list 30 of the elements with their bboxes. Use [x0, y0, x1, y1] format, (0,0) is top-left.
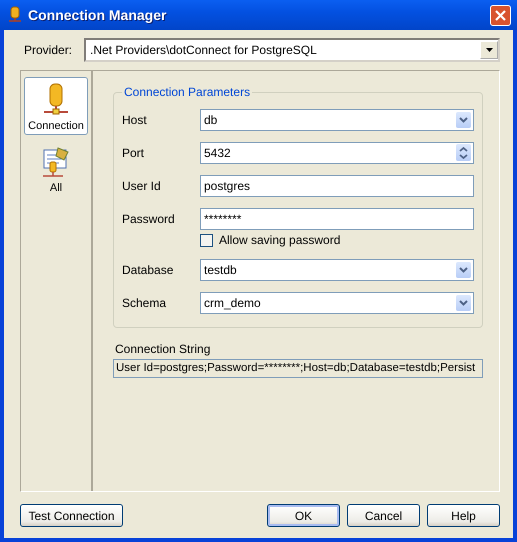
- checkbox[interactable]: [200, 234, 213, 246]
- checkbox-label: Allow saving password: [219, 233, 340, 247]
- spin-arrows-icon[interactable]: [456, 144, 471, 161]
- combo-box[interactable]: testdb: [200, 258, 474, 280]
- sidebar-item[interactable]: All: [24, 141, 88, 197]
- combo-box[interactable]: crm_demo: [200, 292, 474, 314]
- close-button[interactable]: [490, 4, 511, 26]
- close-icon[interactable]: [495, 10, 506, 20]
- text-field[interactable]: postgres: [200, 174, 474, 196]
- field-label: User Id: [122, 178, 162, 192]
- database-icon: [8, 6, 22, 24]
- group-title: Connection Parameters: [123, 85, 252, 99]
- field-label: Schema: [122, 296, 168, 310]
- field-label: Port: [122, 146, 146, 160]
- sidebar-item[interactable]: Connection: [24, 77, 88, 135]
- connection-string-field[interactable]: User Id=postgres;Password=********;Host=db;Database=testdb;Persist: [113, 359, 483, 378]
- connection-string-label: Connection String: [114, 342, 212, 356]
- dialog-button[interactable]: Help: [427, 504, 500, 527]
- spin-box[interactable]: 5432: [200, 142, 474, 164]
- provider-label: Provider:: [24, 43, 74, 57]
- field-label: Host: [122, 112, 148, 126]
- field-label: Password: [122, 212, 176, 226]
- text-field[interactable]: ********: [200, 208, 474, 230]
- window-title: Connection Manager: [28, 7, 168, 23]
- field-label: Database: [122, 262, 174, 276]
- test-connection-button[interactable]: Test Connection: [20, 504, 123, 527]
- dialog-button[interactable]: Cancel: [347, 504, 420, 527]
- provider-dropdown[interactable]: .Net Providers\dotConnect for PostgreSQL: [84, 38, 500, 62]
- combo-box[interactable]: db: [200, 108, 474, 130]
- dialog-button[interactable]: OK: [267, 504, 340, 527]
